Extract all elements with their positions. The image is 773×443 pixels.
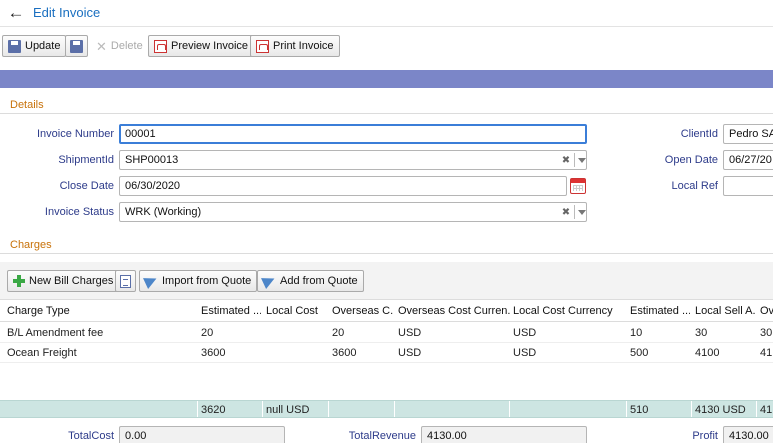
grid-summary-row: 3620 null USD 510 4130 USD 41: [0, 400, 773, 418]
table-cell: 10: [630, 327, 643, 339]
column-header[interactable]: Local Cost: [266, 305, 326, 317]
shipment-id-combobox[interactable]: SHP00013 ✖: [119, 150, 587, 170]
close-date-label: Close Date: [59, 180, 114, 192]
open-date-input[interactable]: 06/27/20: [723, 150, 773, 170]
page-title: Edit Invoice: [33, 5, 101, 20]
pdf-icon: [154, 39, 167, 53]
column-header[interactable]: Overseas Cost Curren...: [398, 305, 510, 317]
table-cell: USD: [398, 347, 422, 359]
paper-plane-icon: [261, 273, 277, 289]
column-header[interactable]: Estimated ...: [201, 305, 261, 317]
close-date-input[interactable]: 06/30/2020: [119, 176, 567, 196]
table-cell: 3600: [332, 347, 357, 359]
document-button[interactable]: [115, 270, 136, 292]
update-button[interactable]: Update: [2, 35, 67, 57]
table-row[interactable]: B/L Amendment fee 20 20 USD USD 10 30 30: [0, 323, 773, 343]
print-invoice-label: Print Invoice: [273, 40, 334, 52]
table-cell: 30: [695, 327, 708, 339]
pdf-icon: [256, 39, 269, 53]
section-divider: [0, 253, 773, 254]
column-header[interactable]: Charge Type: [7, 305, 195, 317]
details-section-title: Details: [10, 99, 44, 111]
table-cell: 41: [760, 347, 773, 359]
floppy-disk-icon: [70, 39, 83, 53]
preview-invoice-label: Preview Invoice: [171, 40, 249, 52]
chevron-down-icon[interactable]: [578, 209, 586, 215]
profit-label: Profit: [692, 430, 718, 442]
shipment-id-value: SHP00013: [125, 154, 179, 166]
document-icon: [120, 274, 131, 288]
column-header[interactable]: Local Cost Currency: [513, 305, 625, 317]
summary-cell: 41: [760, 404, 773, 416]
table-cell: USD: [513, 327, 537, 339]
total-revenue-label: TotalRevenue: [348, 430, 416, 442]
plus-icon: [13, 275, 25, 287]
new-bill-charges-button[interactable]: New Bill Charges: [7, 270, 120, 292]
grid-header: Charge Type Estimated ... Local Cost Ove…: [0, 300, 773, 322]
table-cell[interactable]: 3600: [201, 347, 261, 359]
total-cost-label: TotalCost: [68, 430, 114, 442]
column-header[interactable]: Estimated ...: [630, 305, 690, 317]
arrow-left-icon[interactable]: ←: [6, 3, 26, 23]
charges-toolbar: New Bill Charges Import from Quote Add f…: [0, 262, 773, 300]
print-invoice-button[interactable]: Print Invoice: [250, 35, 340, 57]
import-from-quote-label: Import from Quote: [162, 275, 252, 287]
save-button[interactable]: [65, 35, 88, 57]
import-from-quote-button[interactable]: Import from Quote: [139, 270, 258, 292]
charge-type-link[interactable]: B/L Amendment fee: [7, 327, 195, 339]
table-cell: 500: [630, 347, 649, 359]
preview-invoice-button[interactable]: Preview Invoice: [148, 35, 255, 57]
table-cell: USD: [513, 347, 537, 359]
summary-cell: 3620: [201, 404, 226, 416]
invoice-status-label: Invoice Status: [44, 206, 114, 218]
clear-icon[interactable]: ✖: [561, 155, 571, 166]
open-date-label: Open Date: [664, 154, 718, 166]
local-ref-input[interactable]: [723, 176, 773, 196]
new-bill-charges-label: New Bill Charges: [29, 275, 114, 287]
title-bar: ← Edit Invoice: [0, 0, 773, 27]
save-icon: [8, 39, 21, 53]
summary-cell: 4130 USD: [695, 404, 746, 416]
total-revenue-field: 4130.00: [421, 426, 587, 443]
chevron-down-icon[interactable]: [578, 157, 586, 163]
profit-field: 4130.00: [723, 426, 773, 443]
add-from-quote-label: Add from Quote: [280, 275, 358, 287]
local-ref-label: Local Ref: [671, 180, 718, 192]
charge-type-link[interactable]: Ocean Freight: [7, 347, 195, 359]
invoice-number-input[interactable]: 00001: [119, 124, 587, 144]
update-button-label: Update: [25, 40, 61, 52]
delete-button[interactable]: ✕ Delete: [90, 35, 149, 57]
column-header[interactable]: Ov: [760, 305, 773, 317]
calendar-icon[interactable]: [570, 178, 586, 194]
section-divider: [0, 113, 773, 114]
table-cell: 4100: [695, 347, 720, 359]
summary-cell: null USD: [266, 404, 310, 416]
delete-button-label: Delete: [110, 40, 143, 52]
table-cell: 20: [332, 327, 345, 339]
paper-plane-icon: [143, 273, 159, 289]
add-from-quote-button[interactable]: Add from Quote: [257, 270, 364, 292]
client-id-label: ClientId: [680, 128, 718, 140]
close-icon: ✕: [96, 38, 107, 54]
column-header[interactable]: Local Sell A...: [695, 305, 755, 317]
charges-section-title: Charges: [10, 239, 52, 251]
column-header[interactable]: Overseas C...: [332, 305, 394, 317]
total-cost-field: 0.00: [119, 426, 285, 443]
invoice-status-value: WRK (Working): [125, 206, 202, 218]
invoice-status-combobox[interactable]: WRK (Working) ✖: [119, 202, 587, 222]
invoice-number-label: Invoice Number: [36, 128, 114, 140]
table-row[interactable]: Ocean Freight 3600 3600 USD USD 500 4100…: [0, 343, 773, 363]
table-cell: 30: [760, 327, 773, 339]
summary-cell: 510: [630, 404, 649, 416]
shipment-id-label: ShipmentId: [58, 154, 114, 166]
table-cell: USD: [398, 327, 422, 339]
toolbar: Update ✕ Delete Preview Invoice Print In…: [0, 33, 773, 59]
clear-icon[interactable]: ✖: [561, 207, 571, 218]
table-cell[interactable]: 20: [201, 327, 261, 339]
client-id-input[interactable]: Pedro SA: [723, 124, 773, 144]
header-banner: [0, 70, 773, 88]
